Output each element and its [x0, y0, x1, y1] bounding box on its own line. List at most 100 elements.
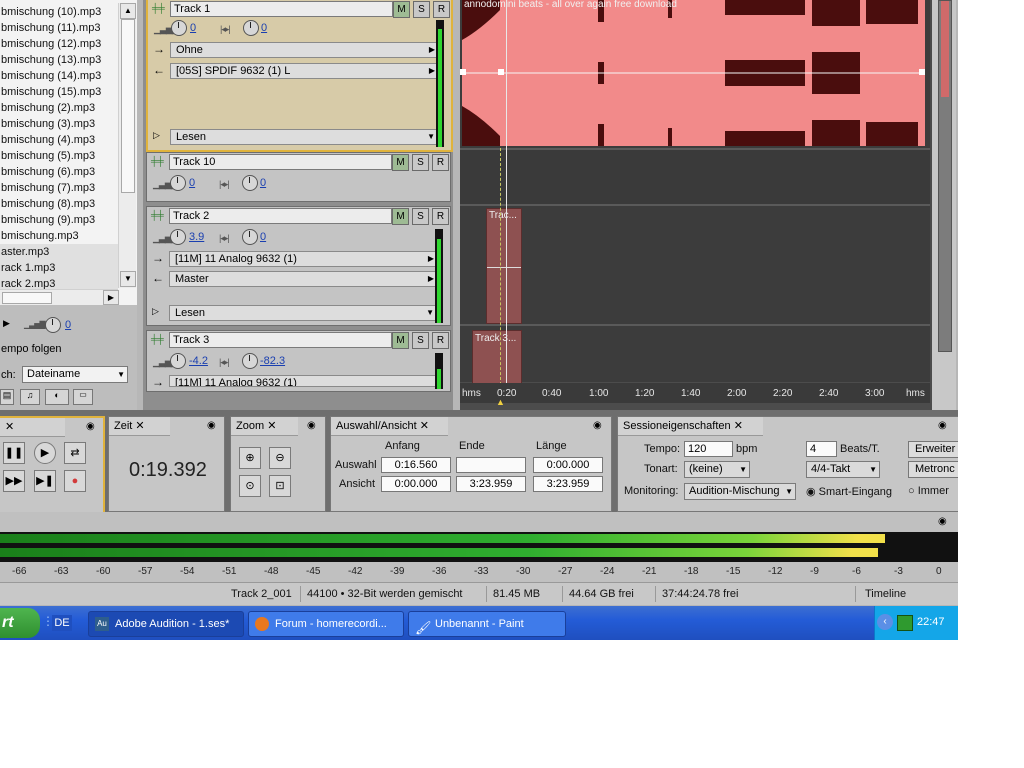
- grip-icon[interactable]: ╪╪: [151, 157, 164, 166]
- list-view-icon[interactable]: ▤: [0, 389, 14, 405]
- pan-value[interactable]: 0: [261, 22, 267, 34]
- panel-menu-icon[interactable]: ◉: [307, 420, 316, 431]
- file-list-item[interactable]: bmischung (2).mp3: [0, 100, 118, 116]
- playhead-marker-icon[interactable]: ▲: [496, 397, 505, 407]
- close-icon[interactable]: ✕: [5, 421, 14, 433]
- panel-menu-icon[interactable]: ◉: [207, 420, 216, 431]
- panel-menu-icon[interactable]: ◉: [938, 516, 947, 527]
- playhead-line[interactable]: [506, 0, 507, 390]
- track-3-lane[interactable]: Track 3...: [460, 326, 930, 384]
- input-select[interactable]: [11M] 11 Analog 9632 (1): [169, 375, 438, 387]
- pan-knob[interactable]: [243, 20, 259, 36]
- grip-icon[interactable]: ╪╪: [151, 211, 164, 220]
- multitrack-scrollbar[interactable]: [932, 0, 956, 410]
- solo-button[interactable]: S: [412, 154, 429, 171]
- selection-length-field[interactable]: 0:00.000: [533, 457, 603, 473]
- play-button[interactable]: ▶: [34, 442, 56, 464]
- file-list-item[interactable]: aster.mp3: [0, 244, 118, 260]
- record-arm-button[interactable]: R: [432, 154, 449, 171]
- track-name-field[interactable]: Track 1: [170, 1, 393, 17]
- file-list-hscrollbar[interactable]: ▶: [0, 289, 119, 305]
- sort-select[interactable]: Dateiname ▼: [22, 366, 128, 383]
- task-paint[interactable]: 🖌 Unbenannt - Paint: [408, 611, 566, 637]
- scroll-down-icon[interactable]: ▼: [120, 271, 136, 287]
- metronome-button[interactable]: Metronc: [908, 461, 958, 478]
- track-name-field[interactable]: Track 3: [169, 332, 392, 348]
- volume-value[interactable]: -4.2: [189, 355, 208, 367]
- record-arm-button[interactable]: R: [432, 332, 449, 349]
- file-list-scrollbar[interactable]: ▲ ▼: [118, 3, 136, 288]
- track-3[interactable]: ╪╪ Track 3 M S R ▁▃▅▇ -4.2 |◂▸| -82.3 → …: [146, 330, 451, 392]
- close-icon[interactable]: ✕: [267, 420, 276, 432]
- close-icon[interactable]: ✕: [135, 420, 144, 432]
- mute-button[interactable]: M: [392, 332, 409, 349]
- track-name-field[interactable]: Track 10: [169, 154, 392, 170]
- zoom-selection-button[interactable]: ⊡: [269, 475, 291, 497]
- volume-knob[interactable]: [170, 353, 186, 369]
- smart-input-radio[interactable]: ◉ Smart-Eingang: [806, 485, 892, 498]
- output-select[interactable]: Master ▶: [169, 271, 438, 287]
- record-arm-button[interactable]: R: [433, 1, 450, 18]
- file-list-item[interactable]: bmischung (14).mp3: [0, 68, 118, 84]
- scroll-thumb[interactable]: [121, 19, 135, 193]
- key-select[interactable]: (keine) ▼: [684, 461, 750, 478]
- pause-button[interactable]: ❚❚: [3, 442, 25, 464]
- file-list-item[interactable]: bmischung.mp3: [0, 228, 118, 244]
- view-start-field[interactable]: 0:00.000: [381, 476, 451, 492]
- record-button[interactable]: ●: [64, 470, 86, 492]
- file-list-item[interactable]: bmischung (3).mp3: [0, 116, 118, 132]
- skip-end-button[interactable]: ▶❚: [34, 470, 56, 492]
- track-10-lane[interactable]: [460, 150, 930, 206]
- pan-knob[interactable]: [242, 353, 258, 369]
- tempo-field[interactable]: 120: [684, 441, 733, 457]
- tray-app-icon[interactable]: [897, 615, 913, 631]
- selection-end-field[interactable]: [456, 457, 526, 473]
- beats-field[interactable]: 4: [806, 441, 837, 457]
- record-arm-button[interactable]: R: [432, 208, 449, 225]
- expand-triangle-icon[interactable]: ▷: [153, 130, 160, 141]
- loop-button[interactable]: ⇄: [64, 442, 86, 464]
- selection-start-field[interactable]: 0:16.560: [381, 457, 451, 473]
- monitoring-select[interactable]: Audition-Mischung ▼: [684, 483, 796, 500]
- automation-mode-select[interactable]: Lesen ▼: [169, 305, 438, 321]
- always-radio[interactable]: ○ Immer: [908, 485, 949, 497]
- volume-knob[interactable]: [45, 317, 61, 333]
- video-icon[interactable]: ▭: [73, 389, 93, 405]
- close-icon[interactable]: ✕: [734, 420, 743, 432]
- view-end-field[interactable]: 3:23.959: [456, 476, 526, 492]
- track-name-field[interactable]: Track 2: [169, 208, 392, 224]
- transport-tab[interactable]: ✕: [0, 418, 65, 437]
- tempo-follow-label[interactable]: empo folgen: [1, 343, 62, 355]
- time-ruler[interactable]: hms 0:20 0:40 1:00 1:20 1:40 2:00 2:20 2…: [460, 383, 930, 407]
- scroll-up-icon[interactable]: ▲: [120, 3, 136, 19]
- expand-triangle-icon[interactable]: ▷: [152, 306, 159, 317]
- mute-button[interactable]: M: [392, 154, 409, 171]
- track-10[interactable]: ╪╪ Track 10 M S R ▁▃▅▇ 0 |◂▸| 0: [146, 152, 451, 202]
- mute-button[interactable]: M: [392, 208, 409, 225]
- track-1-lane[interactable]: annodomini beats - all over again free d…: [460, 0, 930, 150]
- scroll-track[interactable]: [938, 0, 952, 352]
- file-list-item[interactable]: bmischung (4).mp3: [0, 132, 118, 148]
- track-1[interactable]: ╪╪ Track 1 M S R ▁▃▅▇ 0 |◂▸| 0 → Ohne ▶ ←…: [146, 0, 453, 152]
- file-list-item[interactable]: bmischung (5).mp3: [0, 148, 118, 164]
- track-2-lane[interactable]: Trac...: [460, 206, 930, 326]
- track-2-clip[interactable]: Trac...: [486, 208, 522, 324]
- volume-knob[interactable]: [171, 20, 187, 36]
- volume-knob[interactable]: [170, 175, 186, 191]
- mute-button[interactable]: M: [393, 1, 410, 18]
- volume-value[interactable]: 3.9: [189, 231, 204, 243]
- volume-value[interactable]: 0: [65, 319, 71, 331]
- automation-mode-select[interactable]: Lesen ▼: [170, 129, 439, 145]
- show-hidden-icons-icon[interactable]: ‹: [877, 614, 893, 630]
- music-icon[interactable]: ♫: [20, 389, 40, 405]
- view-length-field[interactable]: 3:23.959: [533, 476, 603, 492]
- panel-menu-icon[interactable]: ◉: [86, 421, 95, 432]
- multitrack-view[interactable]: annodomini beats - all over again free d…: [460, 0, 932, 410]
- advanced-button[interactable]: Erweiter: [908, 441, 958, 458]
- track-3-clip[interactable]: Track 3...: [472, 330, 522, 384]
- file-list-item[interactable]: bmischung (9).mp3: [0, 212, 118, 228]
- pan-knob[interactable]: [242, 175, 258, 191]
- file-list-item[interactable]: rack 1.mp3: [0, 260, 118, 276]
- scroll-right-icon[interactable]: ▶: [103, 290, 119, 305]
- grip-icon[interactable]: ╪╪: [151, 335, 164, 344]
